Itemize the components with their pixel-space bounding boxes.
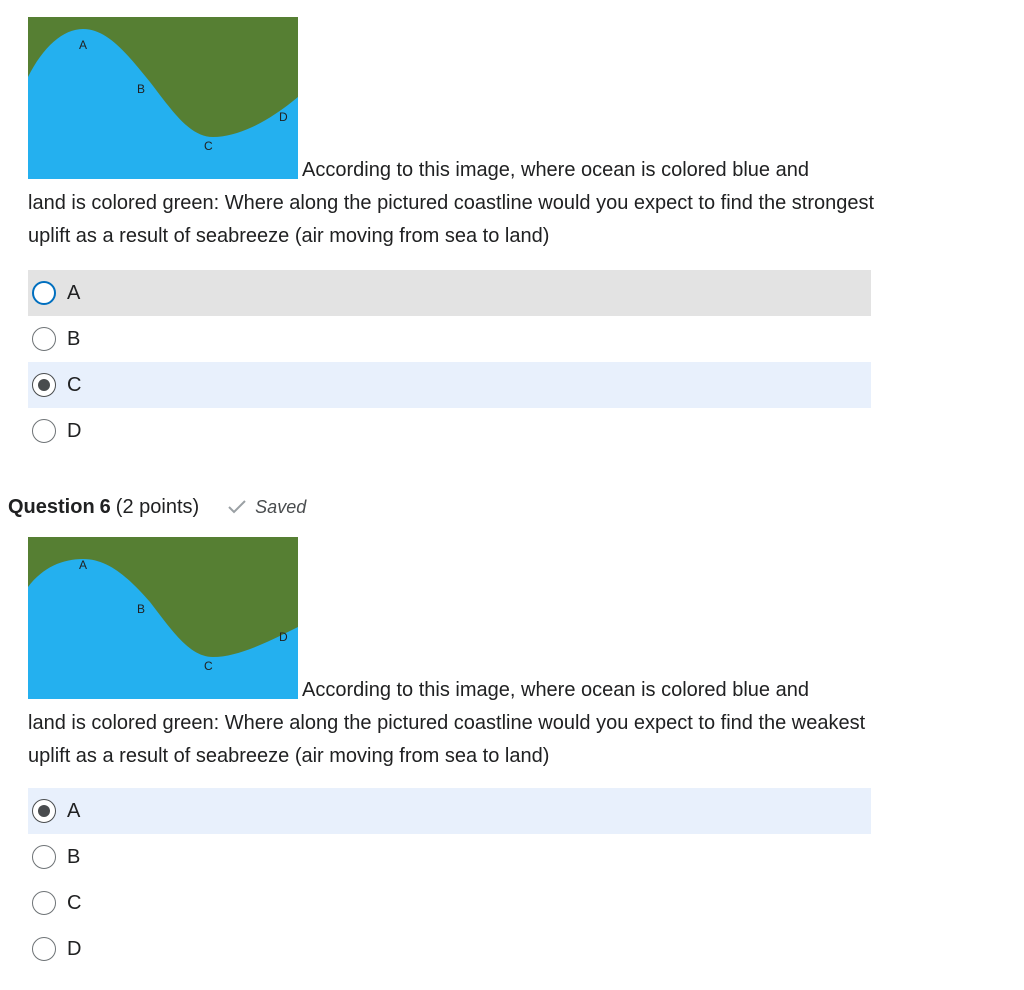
checkmark-icon [228, 500, 246, 514]
saved-label: Saved [255, 496, 307, 517]
radio-dot [38, 805, 50, 817]
question-header: Question 6 (2 points) Saved [8, 490, 306, 524]
coastline-map-image: A B C D [28, 537, 298, 699]
option-label: C [67, 892, 82, 914]
map-label-a: A [79, 38, 87, 52]
radio-button[interactable] [32, 937, 56, 961]
map-label-a: A [79, 558, 87, 572]
option-b[interactable]: B [28, 834, 871, 880]
radio-button[interactable] [32, 327, 56, 351]
map-label-d: D [279, 630, 288, 644]
radio-button[interactable] [32, 799, 56, 823]
option-c[interactable]: C [28, 880, 871, 926]
map-label-b: B [137, 602, 145, 616]
map-label-c: C [204, 139, 213, 153]
map-label-c: C [204, 659, 213, 673]
prompt-first-line: According to this image, where ocean is … [302, 159, 809, 181]
radio-button[interactable] [32, 281, 56, 305]
option-label: B [67, 846, 81, 868]
option-label: C [67, 374, 82, 396]
radio-button[interactable] [32, 891, 56, 915]
prompt-first-line: According to this image, where ocean is … [302, 679, 809, 701]
option-c[interactable]: C [28, 362, 871, 408]
question-word: Question [8, 495, 95, 518]
option-d[interactable]: D [28, 926, 871, 972]
radio-button[interactable] [32, 373, 56, 397]
answer-options: A B C D [28, 270, 871, 454]
saved-status: Saved [227, 497, 306, 518]
option-a[interactable]: A [28, 788, 871, 834]
map-label-b: B [137, 82, 145, 96]
prompt-text: land is colored green: Where along the p… [28, 712, 866, 767]
radio-button[interactable] [32, 419, 56, 443]
prompt-text: land is colored green: Where along the p… [28, 192, 875, 247]
option-a[interactable]: A [28, 270, 871, 316]
option-label: D [67, 938, 82, 960]
option-b[interactable]: B [28, 316, 871, 362]
question-number: 6 [99, 495, 111, 518]
option-label: A [67, 282, 81, 304]
answer-options: A B C D [28, 788, 871, 972]
question-points: (2 points) [115, 495, 200, 518]
radio-dot [38, 379, 50, 391]
map-label-d: D [279, 110, 288, 124]
option-label: B [67, 328, 81, 350]
coastline-map-image: A B C D [28, 17, 298, 179]
option-d[interactable]: D [28, 408, 871, 454]
option-label: A [67, 800, 81, 822]
radio-button[interactable] [32, 845, 56, 869]
option-label: D [67, 420, 82, 442]
